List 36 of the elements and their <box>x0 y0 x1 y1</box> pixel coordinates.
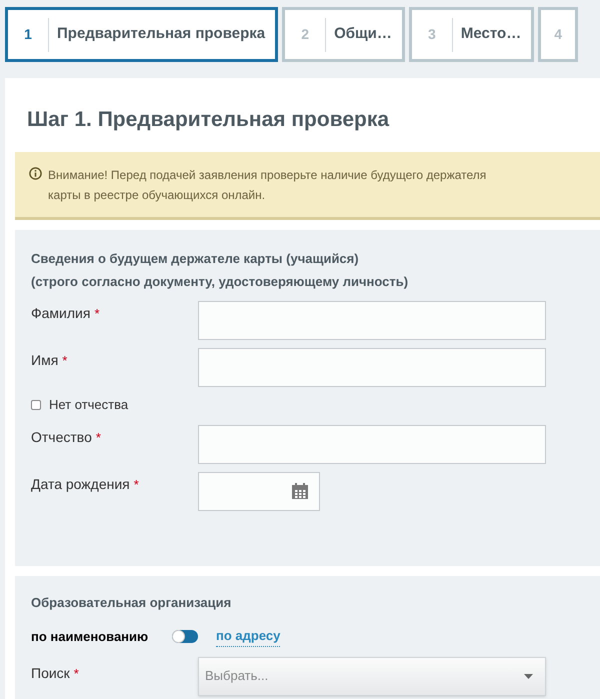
section-heading: Сведения о будущем держателе карты (учащийся) <box>31 250 360 268</box>
info-icon <box>29 166 42 180</box>
field-label: Дата рождения <box>31 476 130 492</box>
step-number: 2 <box>300 25 310 44</box>
page-title: Шаг 1. Предварительная проверка <box>27 107 390 133</box>
section-heading: Образовательная организация <box>31 594 232 612</box>
step-tab[interactable]: 1 Предварительная проверка <box>5 7 278 62</box>
caret-icon <box>524 674 533 678</box>
toggle-switch[interactable] <box>172 630 198 643</box>
step-number: 1 <box>23 25 33 44</box>
required-mark: * <box>134 476 139 492</box>
text-field[interactable] <box>198 300 546 340</box>
toggle-option[interactable]: по наименованию <box>31 626 172 646</box>
field-label: Поиск <box>31 664 70 680</box>
warning-text: Внимание! Перед подачей заявления проверьте наличие будущего держателя карты в реестре обучающихся онлайн. <box>48 166 488 204</box>
step-tab[interactable]: 3 Место… <box>408 7 534 62</box>
required-mark: * <box>62 352 68 368</box>
calendar-icon <box>291 482 309 500</box>
field-label: Имя <box>31 352 58 368</box>
text-field[interactable] <box>198 424 546 464</box>
step-number: 4 <box>553 25 564 44</box>
field-label: Фамилия <box>31 304 90 320</box>
checkbox-label: Нет отчества <box>49 396 128 414</box>
field-label: Отчество <box>31 428 92 444</box>
text-field[interactable] <box>198 348 546 386</box>
required-mark: * <box>96 430 101 444</box>
required-mark: * <box>74 666 79 680</box>
checkbox[interactable] <box>31 400 41 410</box>
section-heading: (строго согласно документу, удостоверяющему личность) <box>31 272 410 291</box>
step-label: Место… <box>460 24 522 44</box>
required-mark: * <box>94 306 100 320</box>
step-tab[interactable]: 2 Общи… <box>282 7 405 62</box>
step-number: 3 <box>427 25 437 44</box>
date-field[interactable] <box>198 472 320 510</box>
step-label: Предварительная проверка <box>56 24 266 44</box>
step-label: Общи… <box>333 24 393 44</box>
